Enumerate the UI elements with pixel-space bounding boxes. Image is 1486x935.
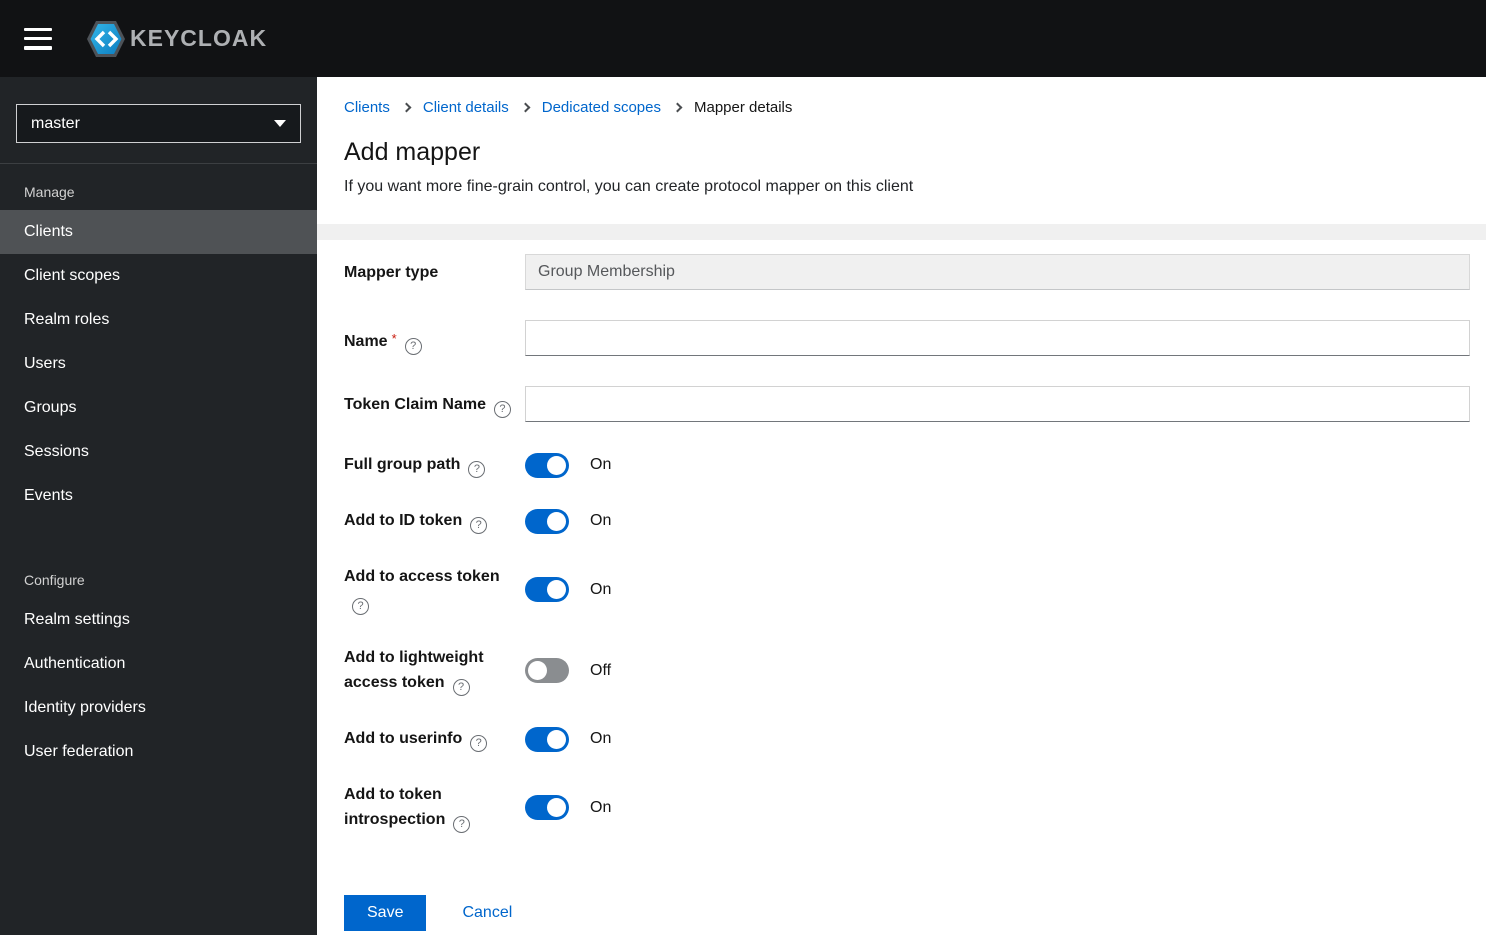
help-icon[interactable]: ? [468, 461, 486, 478]
page-subtitle: If you want more fine-grain control, you… [344, 178, 914, 195]
help-icon[interactable]: ? [452, 679, 470, 696]
nav-section-configure: Configure Realm settings Authentication … [0, 552, 317, 774]
toggle-state-label: On [590, 580, 612, 598]
sidebar-item-realm-settings[interactable]: Realm settings [0, 598, 317, 642]
add-to-access-token-label: Add to access token [344, 568, 500, 585]
help-icon[interactable]: ? [493, 401, 511, 418]
token-claim-name-label-wrap: Token Claim Name? [344, 386, 525, 422]
add-to-id-token-row: Add to ID token? On [344, 508, 1470, 534]
sidebar-item-clients[interactable]: Clients [0, 210, 317, 254]
sidebar-item-groups[interactable]: Groups [0, 386, 317, 430]
keycloak-admin-console: KEYCLOAK master Manage Clients Client sc… [0, 0, 1486, 935]
help-icon[interactable]: ? [352, 598, 369, 615]
add-to-userinfo-label-wrap: Add to userinfo? [344, 726, 525, 752]
sidebar-item-users[interactable]: Users [0, 342, 317, 386]
breadcrumb-link-client-details[interactable]: Client details [423, 99, 509, 116]
sidebar-item-client-scopes[interactable]: Client scopes [0, 254, 317, 298]
sidebar-item-realm-roles[interactable]: Realm roles [0, 298, 317, 342]
full-group-path-label: Full group path [344, 456, 461, 473]
mapper-type-row: Mapper type [344, 254, 1470, 290]
keycloak-brand[interactable]: KEYCLOAK [86, 20, 267, 58]
cancel-button[interactable]: Cancel [462, 904, 512, 922]
add-to-token-introspection-label: Add to token introspection [344, 786, 446, 828]
realm-selector[interactable]: master [16, 104, 301, 143]
help-icon[interactable]: ? [470, 735, 488, 752]
help-icon[interactable]: ? [404, 338, 422, 355]
chevron-right-icon [520, 102, 531, 113]
hamburger-menu-icon[interactable] [24, 27, 52, 50]
main-content: Clients Client details Dedicated scopes … [317, 77, 1486, 935]
name-input[interactable] [525, 320, 1470, 356]
add-to-userinfo-toggle[interactable] [525, 726, 569, 752]
name-row: Name *? [344, 320, 1470, 356]
add-to-userinfo-row: Add to userinfo? On [344, 726, 1470, 752]
form-actions: Save Cancel [344, 895, 1470, 931]
toggle-knob [547, 729, 566, 749]
add-to-access-token-toggle[interactable] [525, 577, 569, 602]
toggle-state-label: On [590, 798, 612, 816]
toggle-knob [528, 661, 547, 680]
toggle-state-label: On [590, 730, 612, 747]
add-to-id-token-toggle[interactable] [525, 508, 569, 534]
add-to-id-token-label-wrap: Add to ID token? [344, 508, 525, 534]
sidebar-item-authentication[interactable]: Authentication [0, 642, 317, 686]
sidebar-item-user-federation[interactable]: User federation [0, 730, 317, 774]
full-group-path-toggle[interactable] [525, 452, 569, 478]
brand-name: KEYCLOAK [130, 25, 268, 51]
toggle-state-label: On [590, 456, 612, 473]
chevron-right-icon [401, 102, 412, 113]
add-to-token-introspection-label-wrap: Add to token introspection? [344, 782, 525, 833]
help-icon[interactable]: ? [453, 816, 471, 833]
app-shell: master Manage Clients Client scopes Real… [0, 77, 1486, 935]
chevron-down-icon [274, 120, 286, 127]
realm-selector-value: master [31, 114, 80, 132]
add-to-access-token-label-wrap: Add to access token? [344, 564, 525, 615]
add-to-lightweight-access-token-label-wrap: Add to lightweight access token? [344, 645, 525, 696]
nav-section-heading: Manage [24, 184, 75, 200]
toggle-state-label: Off [590, 661, 612, 679]
name-label: Name [344, 333, 388, 350]
breadcrumb-link-dedicated-scopes[interactable]: Dedicated scopes [542, 99, 661, 116]
breadcrumb-link-clients[interactable]: Clients [344, 99, 390, 116]
token-claim-name-row: Token Claim Name? [344, 386, 1470, 422]
add-to-access-token-row: Add to access token? On [344, 564, 1470, 615]
add-to-userinfo-label: Add to userinfo [344, 730, 463, 747]
page-header: Clients Client details Dedicated scopes … [317, 77, 1486, 224]
add-to-token-introspection-row: Add to token introspection? On [344, 782, 1470, 833]
nav-section-heading: Configure [24, 572, 85, 588]
add-mapper-form: Mapper type Name*? [317, 240, 1486, 935]
add-to-lightweight-access-token-toggle[interactable] [525, 658, 569, 683]
keycloak-logo-icon [86, 20, 126, 58]
sidebar-item-identity-providers[interactable]: Identity providers [0, 686, 317, 730]
required-asterisk: * [391, 331, 397, 346]
nav-section-manage: Manage Clients Client scopes Realm roles… [0, 164, 317, 518]
mapper-type-input [525, 254, 1470, 290]
token-claim-name-input[interactable] [525, 386, 1470, 422]
toggle-state-label: On [590, 512, 612, 529]
sidebar: master Manage Clients Client scopes Real… [0, 77, 317, 935]
mapper-type-label: Mapper type [344, 264, 439, 281]
full-group-path-label-wrap: Full group path? [344, 452, 525, 478]
breadcrumb: Clients Client details Dedicated scopes … [344, 99, 1470, 116]
help-icon[interactable]: ? [470, 517, 488, 534]
name-label-wrap: Name *? [344, 320, 525, 356]
token-claim-name-label: Token Claim Name [344, 396, 486, 413]
page-title: Add mapper [344, 138, 481, 166]
toggle-knob [547, 455, 566, 475]
sidebar-item-events[interactable]: Events [0, 474, 317, 518]
add-to-token-introspection-toggle[interactable] [525, 795, 569, 820]
chevron-right-icon [672, 102, 683, 113]
toggle-knob [547, 580, 566, 599]
breadcrumb-current: Mapper details [694, 99, 793, 116]
save-button[interactable]: Save [344, 895, 427, 931]
toggle-knob [547, 798, 566, 817]
realm-selector-area: master [0, 77, 317, 164]
add-to-id-token-label: Add to ID token [344, 512, 463, 529]
add-to-lightweight-access-token-row: Add to lightweight access token? Off [344, 645, 1470, 696]
top-bar: KEYCLOAK [0, 0, 1486, 77]
toggle-knob [547, 511, 566, 531]
sidebar-item-sessions[interactable]: Sessions [0, 430, 317, 474]
full-group-path-row: Full group path? On [344, 452, 1470, 478]
